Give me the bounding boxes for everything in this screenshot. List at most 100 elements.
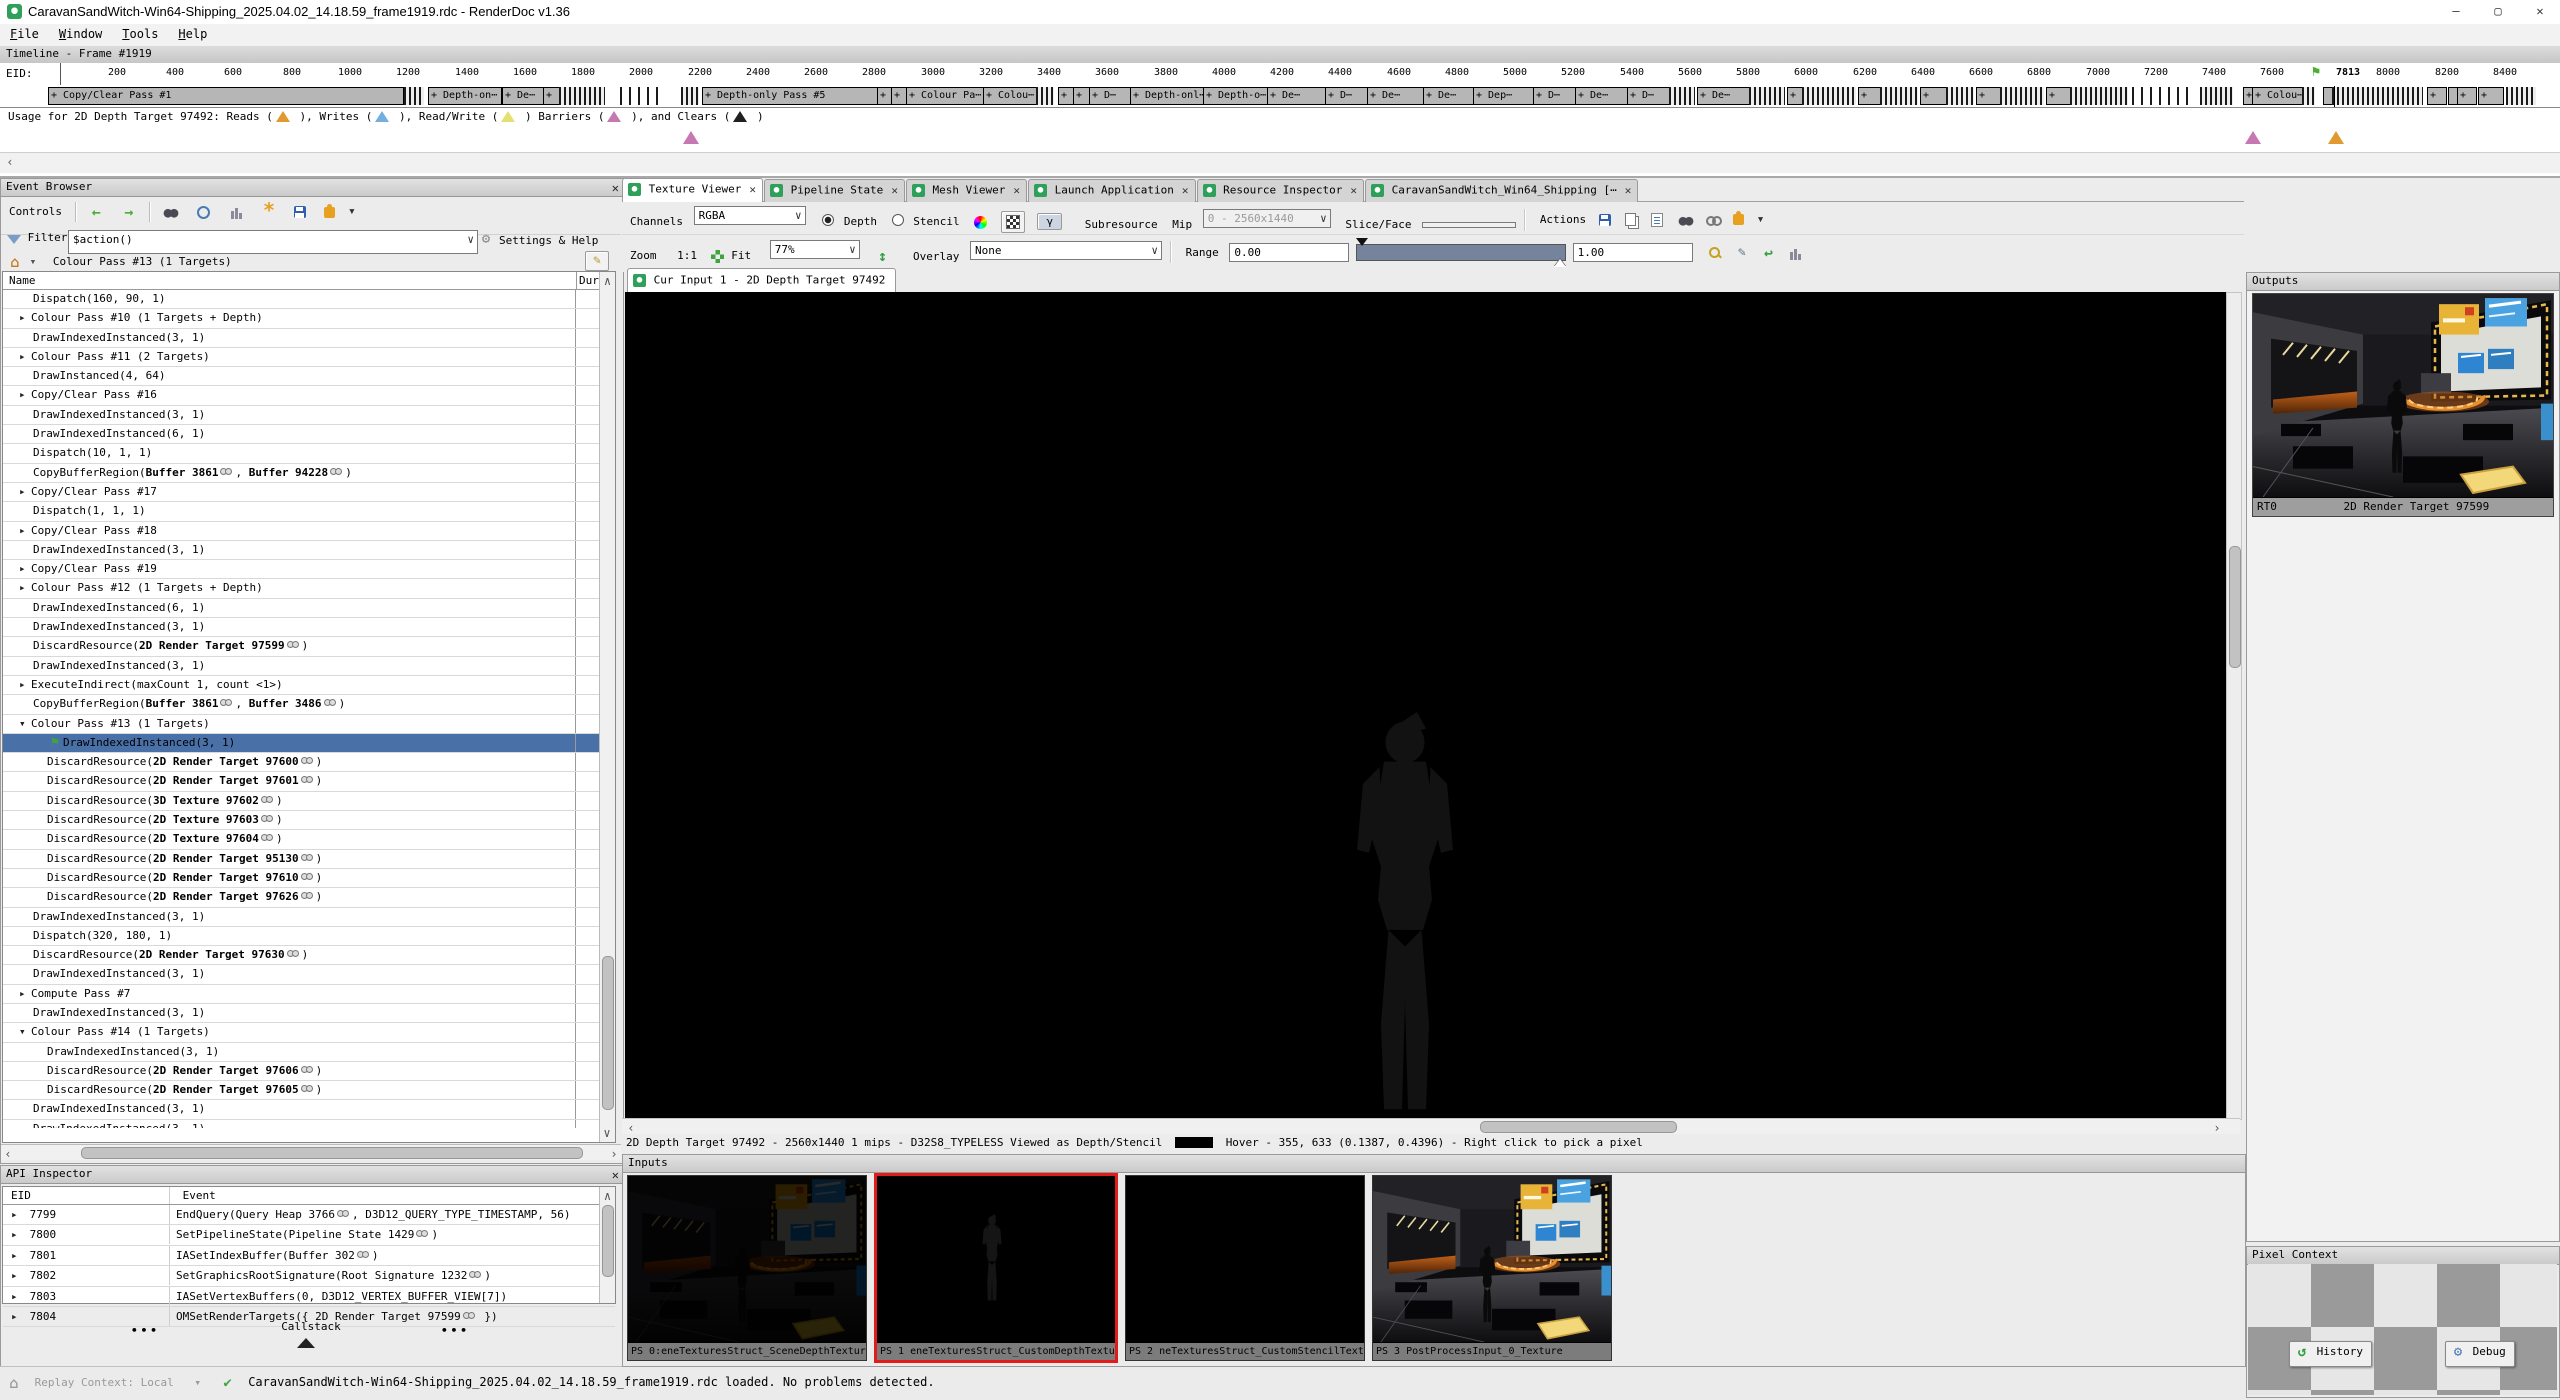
range-min-input[interactable]: 0.00 <box>1229 243 1349 262</box>
pass-marker[interactable]: + <box>2478 87 2504 105</box>
link-icon[interactable] <box>261 833 274 842</box>
link-icon[interactable] <box>301 853 314 862</box>
api-call-row[interactable]: ▸ 7800SetPipelineState(Pipeline State 14… <box>3 1225 615 1245</box>
event-tree-hscrollbar[interactable]: ‹ › <box>1 1144 621 1160</box>
resource-name[interactable]: Pipeline State 1429 <box>289 1228 415 1241</box>
scrollbar-thumb[interactable] <box>602 956 614 1110</box>
close-icon[interactable]: ✕ <box>612 1167 619 1183</box>
resource-name[interactable]: 2D Render Target 97599 <box>139 639 285 652</box>
event-tree-row[interactable]: DrawIndexedInstanced(3, 1) <box>3 618 599 637</box>
breadcrumb[interactable]: Colour Pass #13 (1 Targets) <box>53 255 232 268</box>
scroll-up-icon[interactable]: ∧ <box>600 1187 615 1205</box>
input-thumbnail[interactable]: PS 2 neTexturesStruct_CustomStencilText <box>1125 1175 1365 1361</box>
event-tree-vscrollbar[interactable]: ∧ ∨ <box>599 272 615 1142</box>
link-icon[interactable] <box>261 814 274 823</box>
expand-icon[interactable]: ▸ <box>11 1225 23 1244</box>
event-tree-row[interactable]: DrawIndexedInstanced(3, 1) <box>3 734 599 753</box>
range-min-handle[interactable] <box>1356 238 1368 246</box>
event-tree-row[interactable]: DiscardResource(2D Render Target 97630) <box>3 946 599 965</box>
callstack-section[interactable]: ••• Callstack ••• <box>1 1316 621 1356</box>
event-tree-row[interactable]: DrawIndexedInstanced(6, 1) <box>3 425 599 444</box>
api-call-row[interactable]: ▸ 7802SetGraphicsRootSignature(Root Sign… <box>3 1266 615 1286</box>
texture-vscrollbar[interactable] <box>2226 292 2242 1120</box>
replay-context[interactable]: Replay Context: Local <box>35 1376 174 1389</box>
pass-marker[interactable]: + Colou⋯ <box>2252 87 2304 105</box>
timeline-ruler[interactable]: EID: 20040060080010001200140016001800200… <box>0 63 2560 87</box>
copy-icon[interactable] <box>1625 213 1636 226</box>
link-icon[interactable] <box>220 467 233 476</box>
resource-name[interactable]: 2D Render Target 97610 <box>153 871 299 884</box>
pass-marker[interactable]: + D⋯ <box>1627 87 1671 105</box>
event-tree-row[interactable]: DrawIndexedInstanced(3, 1) <box>3 1043 599 1062</box>
timeline-header[interactable]: Timeline - Frame #1919 <box>0 46 2560 64</box>
link-icon[interactable] <box>220 698 233 707</box>
autofit-range-icon[interactable] <box>1707 245 1723 261</box>
extensions-icon[interactable] <box>324 207 335 218</box>
expand-up-icon[interactable] <box>297 1338 315 1348</box>
pass-marker[interactable]: + De⋯ <box>1267 87 1327 105</box>
event-tree-row[interactable]: DiscardResource(2D Render Target 97599) <box>3 637 599 656</box>
link-icon[interactable] <box>324 698 337 707</box>
close-icon[interactable]: ✕ <box>1625 184 1632 197</box>
pixel-context-header[interactable]: Pixel Context <box>2247 1247 2559 1265</box>
pass-marker-cluster[interactable] <box>681 87 699 105</box>
export-icon[interactable] <box>294 206 306 218</box>
filter-input[interactable]: $action() ∨ <box>68 230 478 254</box>
scroll-left-icon[interactable]: ‹ <box>1 1145 15 1163</box>
resource-name[interactable]: Buffer 302 <box>289 1249 355 1262</box>
save-texture-icon[interactable] <box>1599 214 1611 226</box>
api-inspector-header[interactable]: API Inspector ✕ <box>1 1166 623 1184</box>
stats-icon[interactable] <box>228 204 244 220</box>
event-tree-row[interactable]: DrawInstanced(4, 64) <box>3 367 599 386</box>
resource-name[interactable]: Buffer 3861 <box>146 697 219 710</box>
expand-icon[interactable]: ▸ <box>19 560 31 578</box>
range-slider[interactable] <box>1356 244 1566 261</box>
column-name[interactable]: Name <box>3 272 36 289</box>
menu-window[interactable]: Window <box>49 24 112 44</box>
pass-marker[interactable]: + Depth-only Pass #5 <box>702 87 878 105</box>
chevron-down-icon[interactable]: ▾ <box>30 255 37 268</box>
event-tree-row[interactable]: DrawIndexedInstanced(3, 1) <box>3 908 599 927</box>
scroll-right-icon[interactable]: › <box>607 1145 621 1163</box>
one-to-one-button[interactable]: 1:1 <box>671 247 703 264</box>
pass-marker[interactable]: + Colour Pa⋯ <box>906 87 984 105</box>
api-call-row[interactable]: ▸ 7801IASetIndexBuffer(Buffer 302) <box>3 1246 615 1266</box>
pass-marker-cluster[interactable] <box>2332 87 2423 105</box>
timeline-hscrollbar[interactable]: ‹ <box>0 152 2560 173</box>
close-icon[interactable]: ✕ <box>1350 184 1357 197</box>
fit-button[interactable]: Fit <box>731 249 751 262</box>
home-icon[interactable] <box>7 254 23 270</box>
resource-name[interactable]: 2D Render Target 97606 <box>153 1064 299 1077</box>
pass-marker[interactable]: + <box>1058 87 1074 105</box>
event-tree-row[interactable]: Dispatch(10, 1, 1) <box>3 444 599 463</box>
event-tree-row[interactable]: ▸Copy/Clear Pass #16 <box>3 386 599 405</box>
resource-name[interactable]: 2D Render Target 97600 <box>153 755 299 768</box>
link-icon[interactable] <box>261 795 274 804</box>
event-tree-row[interactable]: ▸Compute Pass #7 <box>3 985 599 1004</box>
pass-marker[interactable]: + Copy/Clear Pass #1 <box>48 87 404 105</box>
resource-name[interactable]: 2D Render Target 97605 <box>153 1083 299 1096</box>
chevron-down-icon[interactable] <box>1753 212 1769 228</box>
tab-texture-viewer[interactable]: Texture Viewer✕ <box>622 178 763 205</box>
settings-help-link[interactable]: Settings & Help <box>499 234 598 247</box>
pass-marker[interactable]: + <box>543 87 560 105</box>
resource-name[interactable]: 2D Render Target 97630 <box>139 948 285 961</box>
resource-name[interactable]: 3D Texture 97602 <box>153 794 259 807</box>
close-icon[interactable]: ✕ <box>2520 0 2560 23</box>
gear-icon[interactable] <box>478 231 494 247</box>
timeline-usage-markers[interactable] <box>0 127 2560 152</box>
next-event-icon[interactable] <box>121 204 137 220</box>
close-icon[interactable]: ✕ <box>749 183 756 196</box>
expand-icon[interactable]: ▸ <box>19 985 31 1003</box>
output-thumbnail[interactable]: RT0 2D Render Target 97599 <box>2252 293 2554 517</box>
link-icon[interactable] <box>337 1209 350 1218</box>
link-icon[interactable] <box>301 891 314 900</box>
event-browser-header[interactable]: Event Browser ✕ <box>1 179 623 197</box>
range-max-input[interactable]: 1.00 <box>1573 243 1693 262</box>
expand-icon[interactable]: ▸ <box>11 1205 23 1224</box>
resource-name[interactable]: 2D Render Target 97601 <box>153 774 299 787</box>
chevron-down-icon[interactable]: ▾ <box>194 1376 201 1389</box>
resource-name[interactable]: Buffer 94228 <box>249 466 328 479</box>
pixel-context-view[interactable] <box>2248 1264 2557 1395</box>
resource-name[interactable]: Buffer 3486 <box>249 697 322 710</box>
